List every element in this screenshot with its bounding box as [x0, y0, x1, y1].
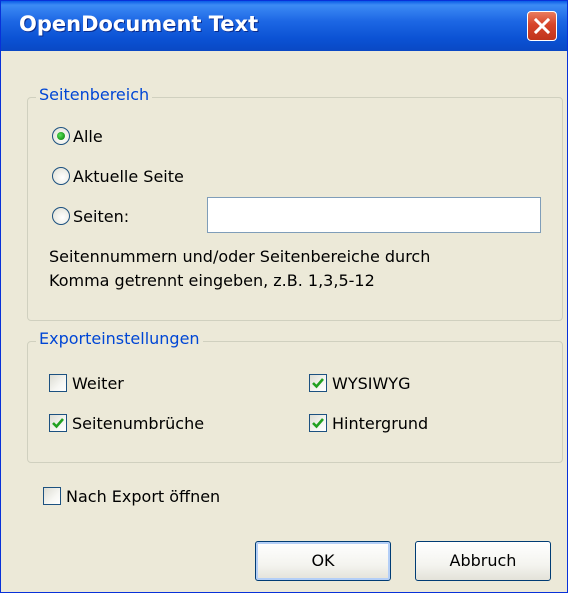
close-button[interactable] [527, 11, 557, 41]
close-icon [533, 17, 551, 35]
pages-input[interactable] [207, 197, 541, 233]
export-settings-legend: Exporteinstellungen [36, 329, 203, 348]
checkbox-seitenumbrueche[interactable] [49, 414, 67, 432]
cancel-button[interactable]: Abbruch [415, 541, 551, 581]
radio-all-label[interactable]: Alle [73, 127, 103, 146]
checkbox-wysiwyg-label[interactable]: WYSIWYG [332, 374, 410, 393]
hint-line-2: Komma getrennt eingeben, z.B. 1,3,5-12 [49, 271, 375, 290]
checkbox-open-after-export-label[interactable]: Nach Export öffnen [66, 487, 220, 506]
checkbox-open-after-export[interactable] [43, 487, 61, 505]
check-mark-icon [52, 418, 64, 429]
window-title: OpenDocument Text [19, 12, 259, 36]
export-dialog: OpenDocument Text Seitenbereich Alle Akt… [0, 0, 568, 593]
checkbox-hintergrund[interactable] [309, 414, 327, 432]
checkbox-hintergrund-label[interactable]: Hintergrund [332, 414, 428, 433]
export-settings-group: Exporteinstellungen [27, 329, 563, 463]
page-range-legend: Seitenbereich [36, 85, 153, 104]
checkbox-weiter[interactable] [49, 374, 67, 392]
radio-pages-label[interactable]: Seiten: [73, 207, 129, 226]
radio-all[interactable] [52, 127, 70, 145]
checkbox-seitenumbrueche-label[interactable]: Seitenumbrüche [72, 414, 204, 433]
radio-current-page-label[interactable]: Aktuelle Seite [73, 167, 184, 186]
radio-pages[interactable] [52, 207, 70, 225]
radio-selected-dot [57, 132, 65, 140]
title-bar[interactable]: OpenDocument Text [1, 1, 567, 51]
checkbox-weiter-label[interactable]: Weiter [72, 374, 124, 393]
hint-line-1: Seitennummern und/oder Seitenbereiche du… [49, 247, 431, 266]
page-range-hint: Seitennummern und/oder Seitenbereiche du… [49, 245, 430, 293]
check-mark-icon [312, 418, 324, 429]
checkbox-wysiwyg[interactable] [309, 374, 327, 392]
ok-button[interactable]: OK [255, 541, 391, 581]
check-mark-icon [312, 378, 324, 389]
radio-current-page[interactable] [52, 167, 70, 185]
